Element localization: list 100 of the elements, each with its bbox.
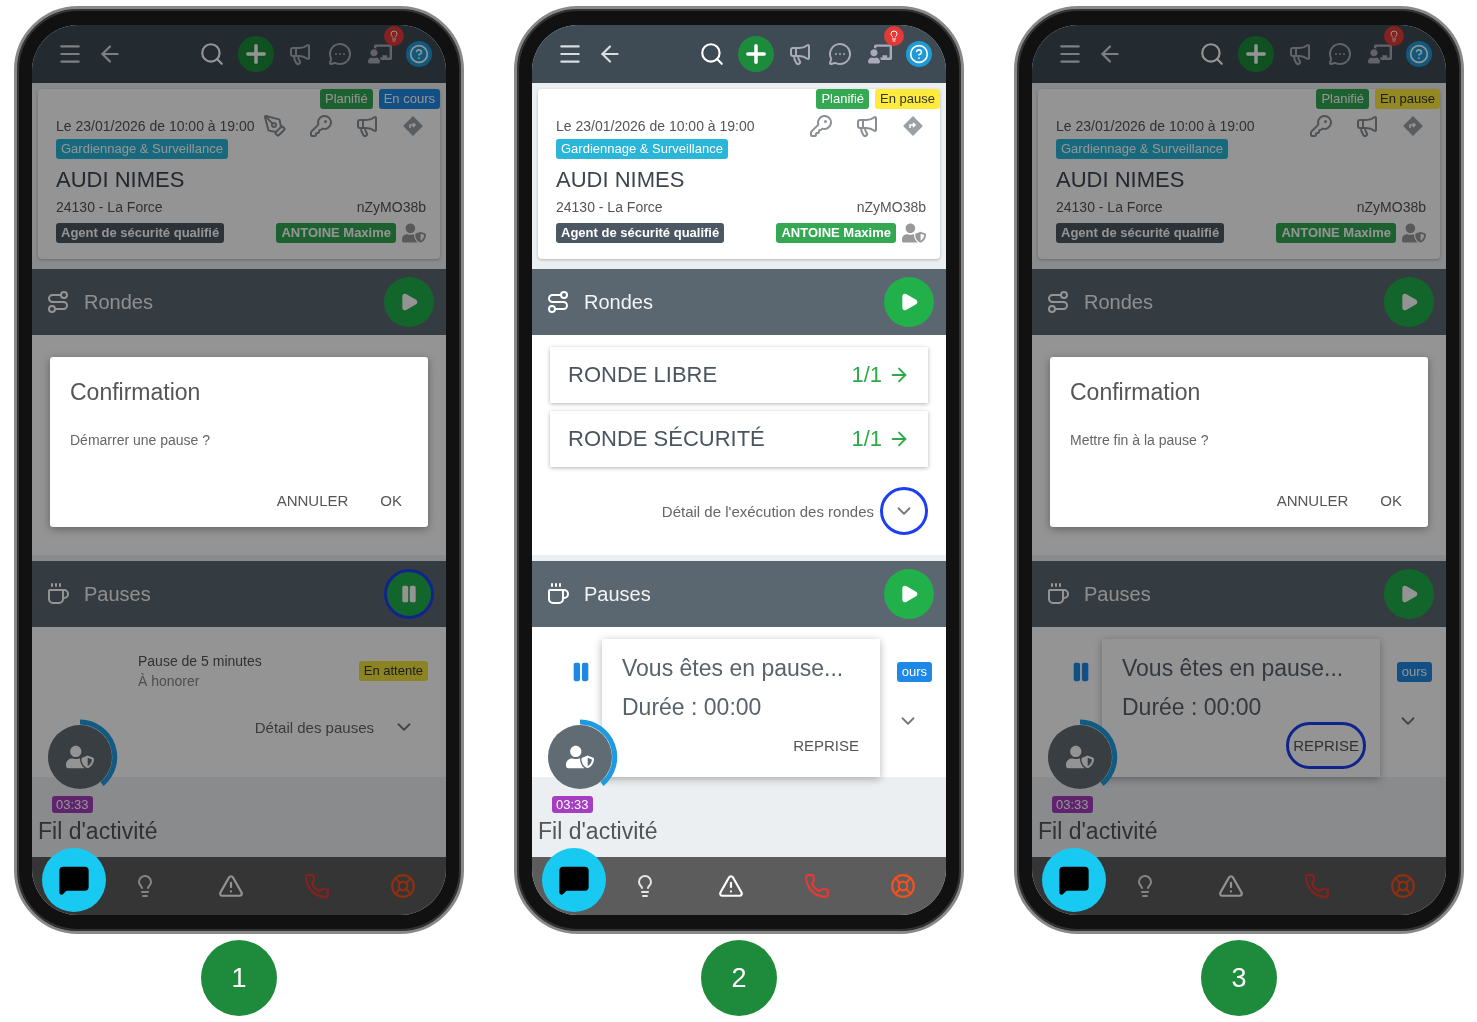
section-title: Pauses bbox=[84, 582, 152, 606]
feed-title: Fil d'activité bbox=[538, 818, 658, 845]
expand-chevron[interactable] bbox=[880, 487, 928, 535]
step-number: 1 bbox=[201, 940, 277, 1016]
round-name: RONDE SÉCURITÉ bbox=[568, 426, 765, 452]
round-name: RONDE LIBRE bbox=[568, 362, 718, 388]
search-icon[interactable] bbox=[198, 40, 226, 68]
round-count: 1/1 bbox=[851, 362, 882, 388]
route-icon bbox=[1046, 290, 1070, 314]
coffee-icon bbox=[1046, 582, 1070, 606]
section-title: Rondes bbox=[584, 290, 654, 314]
chat-icon bbox=[1058, 864, 1090, 896]
pen-icon[interactable] bbox=[262, 113, 288, 139]
warning-icon[interactable] bbox=[717, 872, 745, 900]
round-item[interactable]: RONDE SÉCURITÉ 1/1 bbox=[550, 411, 928, 467]
status-tag: En pause bbox=[875, 89, 940, 109]
status-tag: En pause bbox=[1375, 89, 1440, 109]
site-city: 24130 - La Force bbox=[56, 199, 163, 215]
site-name: AUDI NIMES bbox=[1056, 167, 1186, 193]
status-tag: En cours bbox=[378, 89, 440, 109]
dialog-action[interactable]: OK bbox=[1374, 488, 1408, 513]
search-icon[interactable] bbox=[698, 40, 726, 68]
warning-icon[interactable] bbox=[1217, 872, 1245, 900]
start-button[interactable] bbox=[1384, 277, 1434, 327]
timer-badge: 03:33 bbox=[1052, 796, 1093, 813]
help-icon[interactable] bbox=[406, 41, 432, 67]
megaphone-icon[interactable] bbox=[1354, 113, 1380, 139]
dialog-action[interactable]: ANNULER bbox=[270, 488, 355, 513]
chat-icon[interactable] bbox=[1326, 40, 1354, 68]
timer-badge: 03:33 bbox=[552, 796, 593, 813]
site-name: AUDI NIMES bbox=[556, 167, 686, 193]
help-icon[interactable] bbox=[1406, 41, 1432, 67]
route-icon bbox=[46, 290, 70, 314]
mission-code: nZyMO38b bbox=[1356, 199, 1426, 215]
qualification-tag: Agent de sécurité qualifié bbox=[56, 223, 225, 243]
chat-icon[interactable] bbox=[826, 40, 854, 68]
key-icon[interactable] bbox=[808, 113, 834, 139]
pause-toggle-button[interactable] bbox=[384, 569, 434, 619]
pause-icon bbox=[399, 584, 419, 604]
detail-label: Détail des pauses bbox=[254, 718, 374, 736]
user-shield-icon bbox=[1402, 221, 1426, 245]
status-tag: Planifié bbox=[816, 89, 870, 109]
mission-code: nZyMO38b bbox=[856, 199, 926, 215]
timer-badge: 03:33 bbox=[52, 796, 93, 813]
status-tag: Planifié bbox=[320, 89, 373, 109]
add-button[interactable] bbox=[1238, 36, 1274, 72]
start-button[interactable] bbox=[884, 277, 934, 327]
add-button[interactable] bbox=[738, 36, 774, 72]
section-title: Pauses bbox=[584, 582, 652, 606]
dialog-action[interactable]: ANNULER bbox=[1270, 488, 1355, 513]
popup-title: Vous êtes en pause... bbox=[1122, 655, 1345, 682]
search-icon[interactable] bbox=[1198, 40, 1226, 68]
coffee-icon bbox=[46, 582, 70, 606]
feed-title: Fil d'activité bbox=[38, 818, 158, 845]
user-shield-icon bbox=[902, 221, 926, 245]
pause-toggle-button[interactable] bbox=[1384, 569, 1434, 619]
round-count: 1/1 bbox=[851, 426, 882, 452]
resume-button[interactable]: REPRISE bbox=[786, 722, 866, 769]
dialog-message: Démarrer une pause ? bbox=[70, 432, 212, 448]
pause-toggle-button[interactable] bbox=[884, 569, 934, 619]
key-icon[interactable] bbox=[1308, 113, 1334, 139]
dialog-message: Mettre fin à la pause ? bbox=[1070, 432, 1210, 448]
play-icon bbox=[1399, 584, 1419, 604]
help-icon[interactable] bbox=[906, 41, 932, 67]
play-icon bbox=[1399, 292, 1419, 312]
site-city: 24130 - La Force bbox=[556, 199, 663, 215]
user-shield-icon bbox=[566, 743, 594, 771]
megaphone-icon[interactable] bbox=[854, 113, 880, 139]
pause-name: Pause de 5 minutes bbox=[138, 653, 262, 669]
dialog-action[interactable]: OK bbox=[374, 488, 408, 513]
popup-title: Vous êtes en pause... bbox=[622, 655, 845, 682]
round-item[interactable]: RONDE LIBRE 1/1 bbox=[550, 347, 928, 403]
category-tag: Gardiennage & Surveillance bbox=[56, 139, 228, 159]
agent-tag: ANTOINE Maxime bbox=[776, 223, 896, 243]
pause-status-tag: ours bbox=[896, 662, 932, 682]
chat-icon[interactable] bbox=[326, 40, 354, 68]
user-shield-icon bbox=[402, 221, 426, 245]
megaphone-icon[interactable] bbox=[354, 113, 380, 139]
resume-button[interactable]: REPRISE bbox=[1286, 722, 1366, 769]
qualification-tag: Agent de sécurité qualifié bbox=[1056, 223, 1225, 243]
chat-icon bbox=[558, 864, 590, 896]
play-icon bbox=[899, 584, 919, 604]
play-icon bbox=[899, 292, 919, 312]
detail-label: Détail de l'exécution des rondes bbox=[661, 502, 874, 520]
route-icon bbox=[546, 290, 570, 314]
mission-date: Le 23/01/2026 de 10:00 à 19:00 bbox=[1056, 118, 1255, 134]
add-button[interactable] bbox=[238, 36, 274, 72]
mission-code: nZyMO38b bbox=[356, 199, 426, 215]
start-button[interactable] bbox=[384, 277, 434, 327]
mission-date: Le 23/01/2026 de 10:00 à 19:00 bbox=[56, 118, 255, 134]
key-icon[interactable] bbox=[308, 113, 334, 139]
coffee-icon bbox=[546, 582, 570, 606]
pause-duration: Durée : 00:00 bbox=[622, 694, 763, 721]
chat-icon bbox=[58, 864, 90, 896]
agent-tag: ANTOINE Maxime bbox=[1276, 223, 1396, 243]
agent-tag: ANTOINE Maxime bbox=[276, 223, 396, 243]
mission-date: Le 23/01/2026 de 10:00 à 19:00 bbox=[556, 118, 755, 134]
site-name: AUDI NIMES bbox=[56, 167, 186, 193]
warning-icon[interactable] bbox=[217, 872, 245, 900]
qualification-tag: Agent de sécurité qualifié bbox=[556, 223, 725, 243]
